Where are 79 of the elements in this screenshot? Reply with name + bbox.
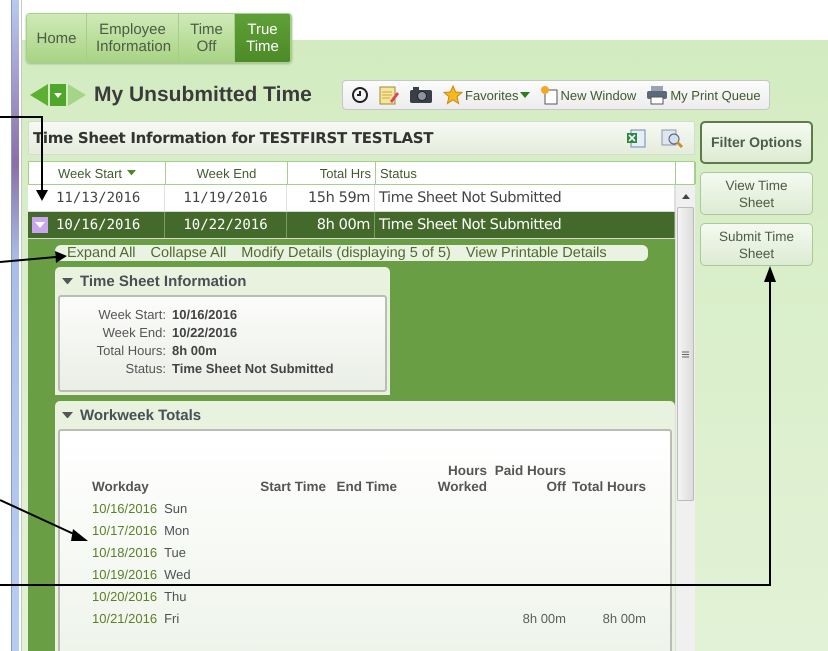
back-arrow-icon[interactable]: [30, 84, 48, 106]
weekday: Tue: [164, 544, 186, 560]
workday-date: 10/16/2016: [92, 500, 158, 516]
annotation-arrow: [0, 251, 67, 263]
column-header: Start Time: [259, 479, 326, 496]
side-button[interactable]: View Time Sheet: [700, 172, 813, 215]
workday-date: 10/21/2016: [92, 610, 158, 626]
field-label: Status:: [124, 361, 166, 376]
field-value: 10/16/2016: [172, 307, 238, 322]
weekday: Mon: [164, 522, 190, 538]
expand-toggle-icon[interactable]: [32, 217, 48, 233]
table-row[interactable]: 10/16/2016 10/22/2016 8h 00m Time Sheet Not Submitted: [28, 212, 675, 239]
weekday: Wed: [164, 566, 191, 582]
table-cell: 11/19/2016: [183, 190, 268, 206]
column-header: Workday: [92, 479, 150, 496]
detail-link[interactable]: Modify Details (displaying 5 of 5): [241, 245, 451, 261]
table-cell: 8h 00m: [602, 610, 646, 626]
camera-icon[interactable]: [409, 86, 433, 104]
collapse-icon: [62, 412, 73, 418]
field-label: Week End:: [102, 325, 166, 340]
sort-icon: [127, 170, 136, 176]
dropdown-icon[interactable]: [50, 84, 66, 106]
detail-link[interactable]: Expand All: [67, 245, 136, 261]
scroll-thumb[interactable]: [677, 207, 694, 501]
new-window-icon: [540, 85, 558, 105]
workday-date: 10/18/2016: [92, 544, 158, 560]
column-header: End Time: [335, 479, 397, 496]
table-cell: 8h 00m: [316, 217, 370, 233]
table-row[interactable]: 11/13/2016 11/19/2016 15h 59m Time Sheet Not Submitted: [28, 185, 675, 212]
column-header[interactable]: Total Hrs: [288, 162, 376, 184]
column-header: Paid Hours Off: [494, 463, 566, 496]
column-header: Hours Worked: [436, 463, 487, 496]
field-value: 10/22/2016: [172, 325, 238, 340]
side-button[interactable]: Submit Time Sheet: [700, 223, 813, 266]
detail-link[interactable]: Collapse All: [150, 245, 226, 261]
scrollbar[interactable]: [675, 185, 695, 651]
table-cell: 10/16/2016: [56, 217, 140, 233]
weekday: Sun: [164, 500, 188, 516]
nav-tab[interactable]: True Time: [235, 14, 291, 62]
table-cell: Time Sheet Not Submitted: [379, 190, 562, 206]
weekday: Thu: [164, 588, 186, 604]
field-value: 8h 00m: [172, 343, 218, 358]
table-cell: Time Sheet Not Submitted: [379, 217, 562, 233]
table-cell: 11/13/2016: [56, 190, 140, 206]
table-cell: 15h 59m: [308, 190, 370, 206]
nav-tab[interactable]: Time Off: [179, 14, 235, 62]
section-title: Workweek Totals: [80, 406, 202, 424]
column-header: Total Hours: [571, 479, 646, 496]
field-label: Total Hours:: [96, 343, 166, 358]
nav-tab[interactable]: Home: [27, 14, 87, 62]
section-title: Time Sheet Information: [80, 272, 246, 290]
notepad-icon[interactable]: [379, 85, 399, 105]
field-label: Week Start:: [97, 307, 166, 322]
toolbar-button[interactable]: Favorites: [443, 85, 530, 105]
printer-icon: [646, 85, 668, 105]
field-value: Time Sheet Not Submitted: [172, 361, 335, 376]
print-preview-icon[interactable]: [660, 127, 684, 149]
grip-icon: [682, 350, 689, 358]
toolbar-button[interactable]: My Print Queue: [646, 85, 761, 105]
detail-link[interactable]: View Printable Details: [466, 245, 607, 261]
workday-date: 10/19/2016: [92, 566, 158, 582]
spreadsheet-export-icon[interactable]: [626, 128, 646, 148]
toolbar-button[interactable]: New Window: [540, 85, 636, 105]
nav-tab[interactable]: Employee Information: [87, 14, 179, 62]
table-cell: 8h 00m: [522, 610, 566, 626]
caret-icon: [520, 92, 530, 98]
workday-date: 10/20/2016: [92, 588, 158, 604]
column-header[interactable]: Week End: [166, 162, 288, 184]
clock-icon[interactable]: [351, 86, 369, 104]
column-header[interactable]: Status: [376, 162, 676, 184]
side-button[interactable]: Filter Options: [700, 121, 813, 164]
page-title: My Unsubmitted Time: [94, 83, 313, 107]
collapse-icon: [62, 278, 73, 284]
table-cell: 10/22/2016: [183, 217, 268, 233]
weekday: Fri: [164, 610, 180, 626]
star-icon: [443, 85, 463, 105]
scroll-up-icon[interactable]: [682, 194, 690, 199]
column-header[interactable]: Week Start: [29, 162, 166, 184]
workday-date: 10/17/2016: [92, 522, 158, 538]
